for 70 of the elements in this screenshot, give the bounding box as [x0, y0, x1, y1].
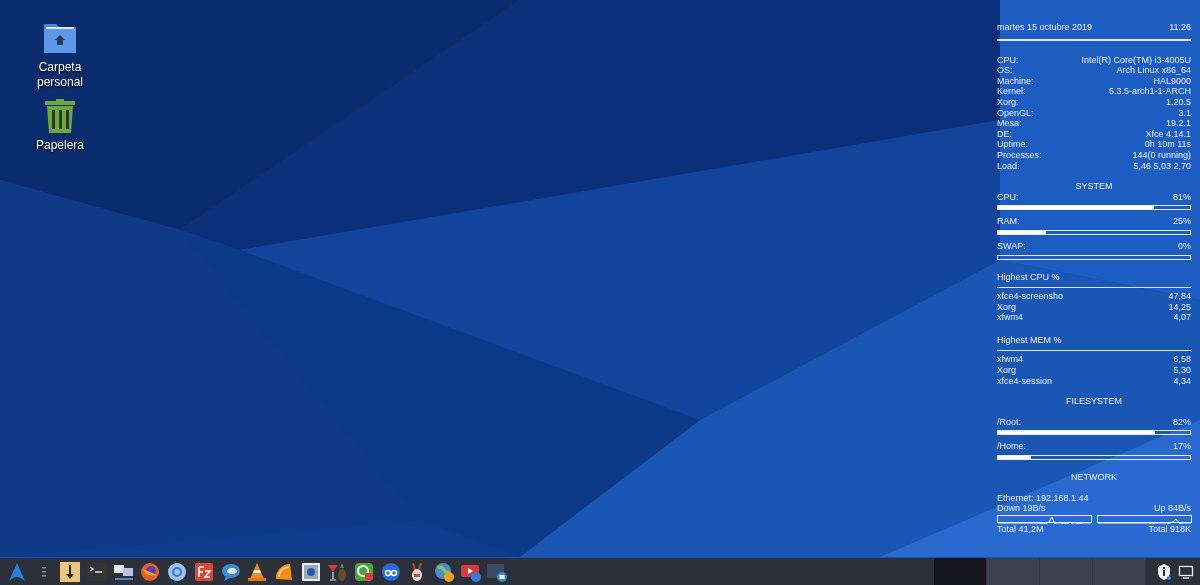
info-value: Intel(R) Core(TM) i3-4005U: [1081, 54, 1191, 66]
info-label: Kernel:: [997, 86, 1026, 97]
process-name: xfce4-session: [997, 375, 1053, 387]
file-transfer-icon[interactable]: [192, 560, 215, 583]
section-title: Highest MEM %: [997, 334, 1063, 346]
download-icon[interactable]: [59, 560, 82, 583]
network-address: Ethernet: 192.168.1.44: [997, 492, 1090, 504]
info-value: HAL9000: [1153, 75, 1191, 87]
shield-icon[interactable]: [1156, 562, 1172, 581]
info-label: Machine:: [997, 75, 1034, 87]
process-name: Xorg: [997, 301, 1016, 313]
info-label: CPU:: [997, 54, 1019, 66]
show-desktop-icon[interactable]: [1178, 563, 1194, 580]
meter-label: /Root:: [997, 416, 1021, 428]
section-title: Highest CPU %: [997, 271, 1061, 283]
info-label: OpenGL:: [997, 107, 1034, 119]
process-name: Xorg: [997, 365, 1016, 376]
info-label: Load:: [997, 160, 1020, 172]
section-title: SYSTEM: [1074, 181, 1114, 192]
rings-icon[interactable]: [379, 560, 402, 583]
meter-reading: 25%: [1173, 216, 1191, 227]
terminal-icon[interactable]: [86, 560, 109, 583]
info-value: Arch Linux x86_64: [1116, 65, 1191, 76]
meter-reading: 0%: [1178, 240, 1191, 252]
info-value: 3.1: [1178, 107, 1191, 119]
meter-label: /Home:: [997, 441, 1026, 453]
meter-label: RAM:: [997, 216, 1020, 227]
globe-download-icon[interactable]: [433, 560, 455, 583]
meter-reading: 82%: [1173, 416, 1191, 428]
info-label: Xorg:: [997, 96, 1019, 108]
process-name: xfwm4: [997, 312, 1023, 323]
process-name: xfwm4: [997, 354, 1023, 366]
info-label: Processes:: [997, 149, 1042, 161]
date-text: martes 15 octubre 2019: [997, 22, 1093, 33]
icon-label[interactable]: Carpeta personal: [25, 60, 95, 90]
clock-text: 11:26: [1169, 22, 1191, 33]
meter-reading: 81%: [1173, 191, 1191, 203]
info-label: DE:: [997, 128, 1012, 140]
process-value: 4,07: [1173, 312, 1191, 323]
section-title: FILESYSTEM: [1065, 396, 1123, 407]
info-value: 1.20.5: [1165, 96, 1191, 108]
upload-speed: Up 84B/s: [1153, 503, 1191, 514]
process-value: 14,25: [1168, 301, 1191, 313]
info-value: Xfce 4.14.1: [1145, 128, 1191, 140]
info-value: 144(0 running): [1132, 149, 1191, 161]
process-value: 4,34: [1173, 375, 1191, 387]
meter-label: CPU:: [997, 191, 1019, 203]
meter-reading: 17%: [1173, 441, 1191, 453]
download-total: Total 41,2M: [997, 523, 1044, 535]
process-name: xfce4-screensho: [997, 291, 1064, 302]
info-label: OS:: [997, 65, 1013, 76]
section-title: NETWORK: [1070, 472, 1118, 483]
icon-label[interactable]: Papelera: [25, 138, 95, 153]
trash-icon[interactable]: [42, 98, 78, 134]
ring-icon[interactable]: [166, 560, 189, 583]
process-value: 5,30: [1173, 365, 1191, 376]
info-value: 5.3.5-arch1-1-ARCH: [1108, 86, 1191, 97]
info-value: 0h 10m 11s: [1144, 139, 1191, 150]
info-value: 19.2.1: [1165, 118, 1191, 129]
info-label: Uptime:: [997, 139, 1028, 150]
image-viewer-icon[interactable]: [299, 560, 322, 583]
browser-icon[interactable]: [139, 560, 162, 583]
info-value: 5,46 5,03 2,70: [1133, 160, 1191, 172]
process-value: 47,84: [1168, 291, 1191, 302]
upload-total: Total 918K: [1148, 523, 1191, 535]
info-label: Mesa:: [997, 118, 1022, 129]
refresh-app-icon[interactable]: [352, 560, 375, 583]
meter-label: SWAP:: [997, 240, 1026, 252]
process-value: 6,58: [1173, 354, 1191, 366]
download-speed: Down 19B/s: [997, 503, 1046, 514]
